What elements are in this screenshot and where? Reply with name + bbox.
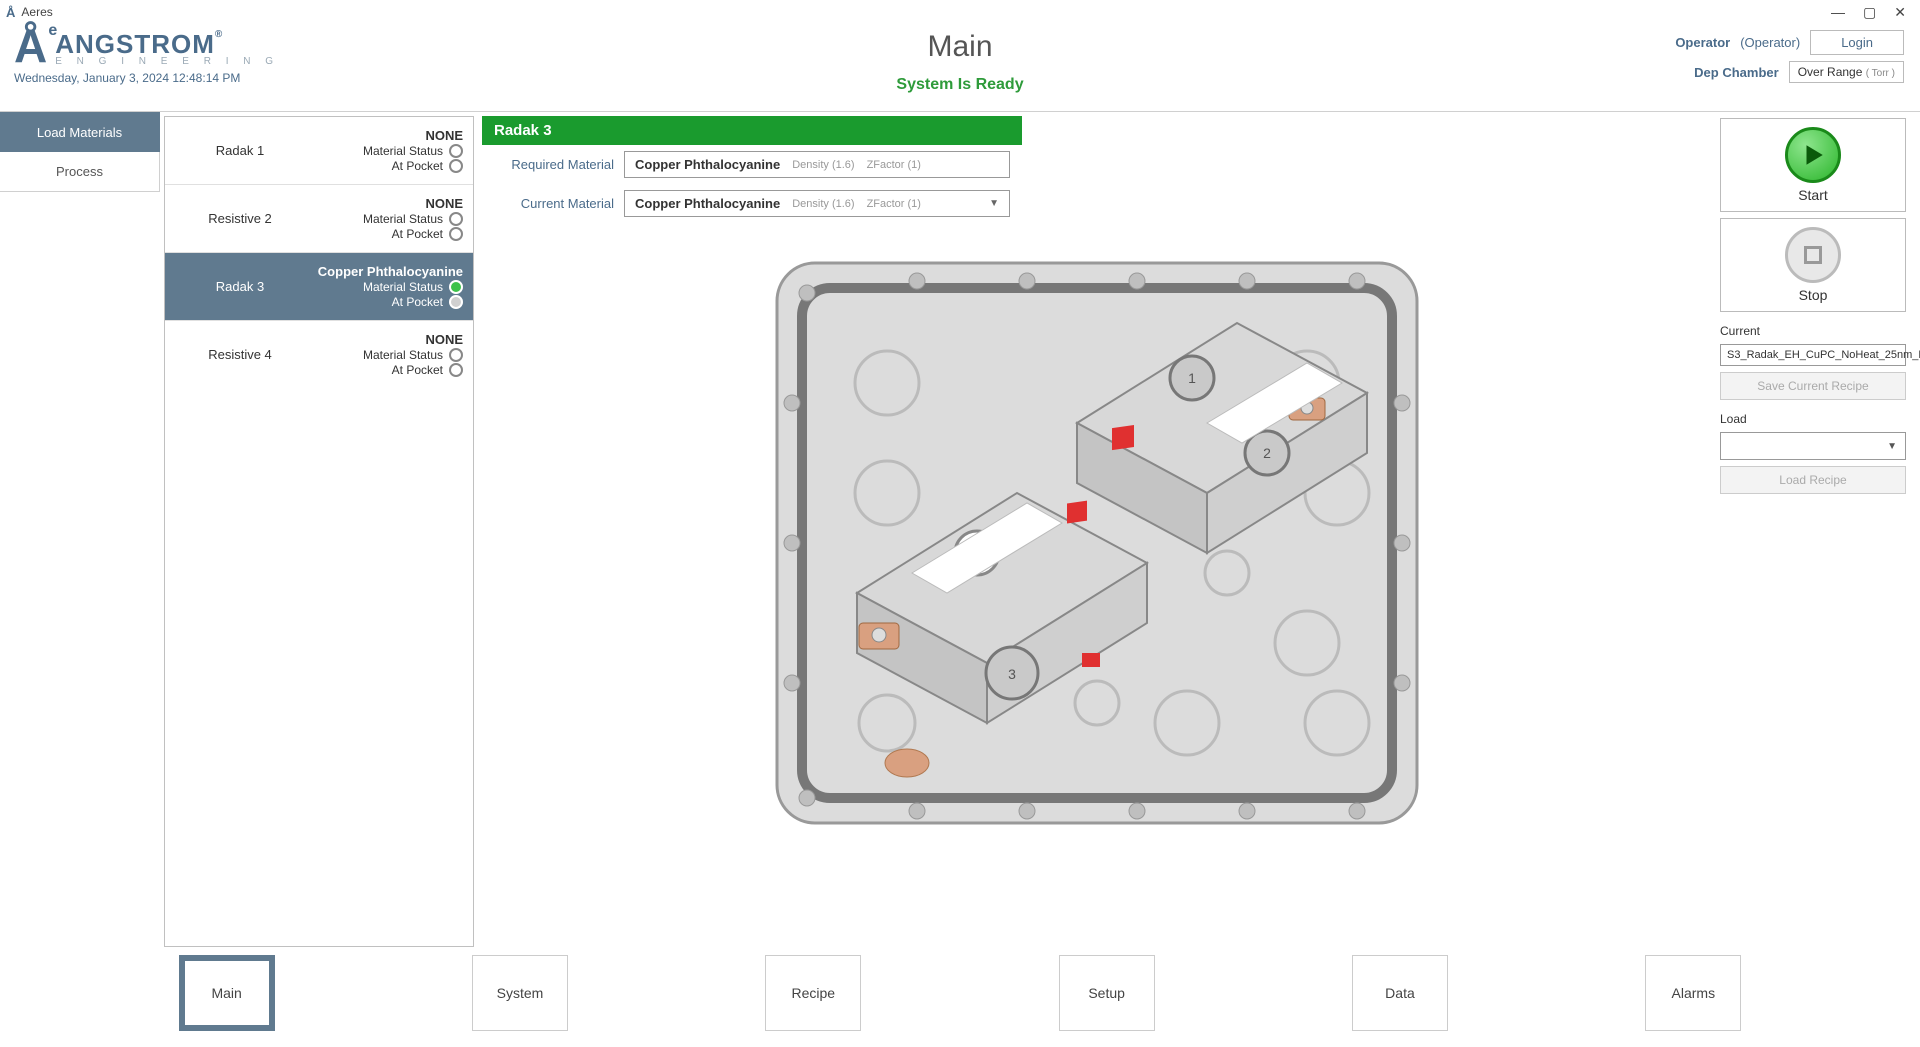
source-item-resistive4[interactable]: Resistive 4 NONE Material Status At Pock… (165, 321, 473, 388)
source-material: NONE (425, 128, 463, 143)
tab-process[interactable]: Process (0, 152, 160, 192)
source-item-resistive2[interactable]: Resistive 2 NONE Material Status At Pock… (165, 185, 473, 253)
maximize-icon[interactable]: ▢ (1863, 5, 1876, 19)
at-pocket-indicator (449, 227, 463, 241)
app-icon: Å (6, 5, 15, 20)
source-item-radak1[interactable]: Radak 1 NONE Material Status At Pocket (165, 117, 473, 185)
material-status-indicator (449, 212, 463, 226)
required-zfactor: ZFactor (1) (867, 159, 921, 171)
material-status-indicator (449, 280, 463, 294)
nav-setup[interactable]: Setup (1059, 955, 1155, 1031)
nav-main[interactable]: Main (179, 955, 275, 1031)
nav-system[interactable]: System (472, 955, 568, 1031)
dep-chamber-label: Dep Chamber (1694, 65, 1779, 80)
save-recipe-button[interactable]: Save Current Recipe (1720, 372, 1906, 400)
start-button[interactable]: Start (1720, 118, 1906, 212)
current-zfactor: ZFactor (1) (867, 198, 921, 210)
range-text: Over Range (1798, 65, 1863, 79)
close-icon[interactable]: ✕ (1894, 5, 1906, 19)
chevron-down-icon: ▼ (989, 198, 999, 209)
stop-button[interactable]: Stop (1720, 218, 1906, 312)
source-item-radak3[interactable]: Radak 3 Copper Phthalocyanine Material S… (165, 253, 473, 321)
at-pocket-label: At Pocket (392, 159, 443, 173)
sidebar-tabs: Load Materials Process (0, 112, 160, 951)
header-right: Operator (Operator) Login Dep Chamber Ov… (1675, 30, 1904, 89)
tab-load-materials[interactable]: Load Materials (0, 112, 160, 152)
right-column: Start Stop Current S3_Radak_EH_CuPC_NoHe… (1720, 112, 1920, 951)
current-recipe-display: S3_Radak_EH_CuPC_NoHeat_25nm_Heat200C_25… (1720, 344, 1906, 366)
required-material-name: Copper Phthalocyanine (635, 157, 780, 172)
brand-text: ANGSTROM (55, 29, 215, 59)
minimize-icon[interactable]: — (1831, 5, 1845, 19)
current-recipe-label: Current (1720, 324, 1906, 338)
material-status-label: Material Status (363, 212, 443, 226)
chamber-diagram: 1 2 (747, 243, 1447, 843)
at-pocket-indicator (449, 159, 463, 173)
nav-alarms[interactable]: Alarms (1645, 955, 1741, 1031)
operator-label: Operator (1675, 35, 1730, 50)
content-area: Load Materials Process Radak 1 NONE Mate… (0, 112, 1920, 951)
material-status-indicator (449, 348, 463, 362)
logo-block: Åe ANGSTROM® E N G I N E E R I N G Wedne… (14, 26, 279, 85)
svg-text:1: 1 (1188, 370, 1196, 386)
brand-subtitle: E N G I N E E R I N G (55, 56, 279, 67)
nav-recipe[interactable]: Recipe (765, 955, 861, 1031)
required-density: Density (1.6) (792, 159, 854, 171)
chamber-view: 1 2 (482, 223, 1712, 947)
svg-text:3: 3 (1008, 666, 1016, 682)
chevron-down-icon: ▼ (1887, 441, 1897, 452)
source-material: NONE (425, 332, 463, 347)
nav-data[interactable]: Data (1352, 955, 1448, 1031)
range-unit: ( Torr ) (1866, 68, 1895, 79)
stop-label: Stop (1799, 287, 1828, 303)
at-pocket-indicator (449, 295, 463, 309)
brand-registered: ® (215, 29, 223, 40)
material-status-indicator (449, 144, 463, 158)
app-name: Aeres (21, 5, 52, 19)
current-density: Density (1.6) (792, 198, 854, 210)
svg-text:2: 2 (1263, 445, 1271, 461)
at-pocket-label: At Pocket (392, 295, 443, 309)
operator-value: (Operator) (1740, 35, 1800, 50)
header: Åe ANGSTROM® E N G I N E E R I N G Wedne… (0, 24, 1920, 112)
source-name: Radak 3 (165, 279, 315, 294)
logo-mark: Åe (14, 26, 47, 67)
page-title: Main (927, 30, 992, 64)
current-material-name: Copper Phthalocyanine (635, 196, 780, 211)
required-material-field: Copper Phthalocyanine Density (1.6) ZFac… (624, 151, 1010, 178)
at-pocket-indicator (449, 363, 463, 377)
load-recipe-label: Load (1720, 412, 1906, 426)
window-titlebar: Å Aeres — ▢ ✕ (0, 0, 1920, 24)
source-name: Resistive 4 (165, 347, 315, 362)
bottom-nav: Main System Recipe Setup Data Alarms (0, 951, 1920, 1047)
pressure-range-button[interactable]: Over Range ( Torr ) (1789, 61, 1904, 83)
source-name: Resistive 2 (165, 211, 315, 226)
material-status-label: Material Status (363, 144, 443, 158)
datetime-display: Wednesday, January 3, 2024 12:48:14 PM (14, 71, 279, 85)
center-column: Radak 3 Required Material Copper Phthalo… (474, 112, 1720, 951)
source-list: Radak 1 NONE Material Status At Pocket R… (164, 116, 474, 947)
stop-icon (1785, 227, 1841, 283)
load-recipe-dropdown[interactable]: ▼ (1720, 432, 1906, 460)
start-label: Start (1798, 187, 1828, 203)
source-material: NONE (425, 196, 463, 211)
current-material-label: Current Material (494, 196, 614, 211)
required-material-label: Required Material (494, 157, 614, 172)
source-material: Copper Phthalocyanine (318, 264, 463, 279)
load-recipe-button[interactable]: Load Recipe (1720, 466, 1906, 494)
login-button[interactable]: Login (1810, 30, 1904, 55)
material-status-label: Material Status (363, 348, 443, 362)
system-status: System Is Ready (896, 76, 1023, 94)
play-icon (1785, 127, 1841, 183)
material-status-label: Material Status (363, 280, 443, 294)
current-material-dropdown[interactable]: Copper Phthalocyanine Density (1.6) ZFac… (624, 190, 1010, 217)
at-pocket-label: At Pocket (392, 363, 443, 377)
source-name: Radak 1 (165, 143, 315, 158)
at-pocket-label: At Pocket (392, 227, 443, 241)
panel-header: Radak 3 (482, 116, 1022, 145)
